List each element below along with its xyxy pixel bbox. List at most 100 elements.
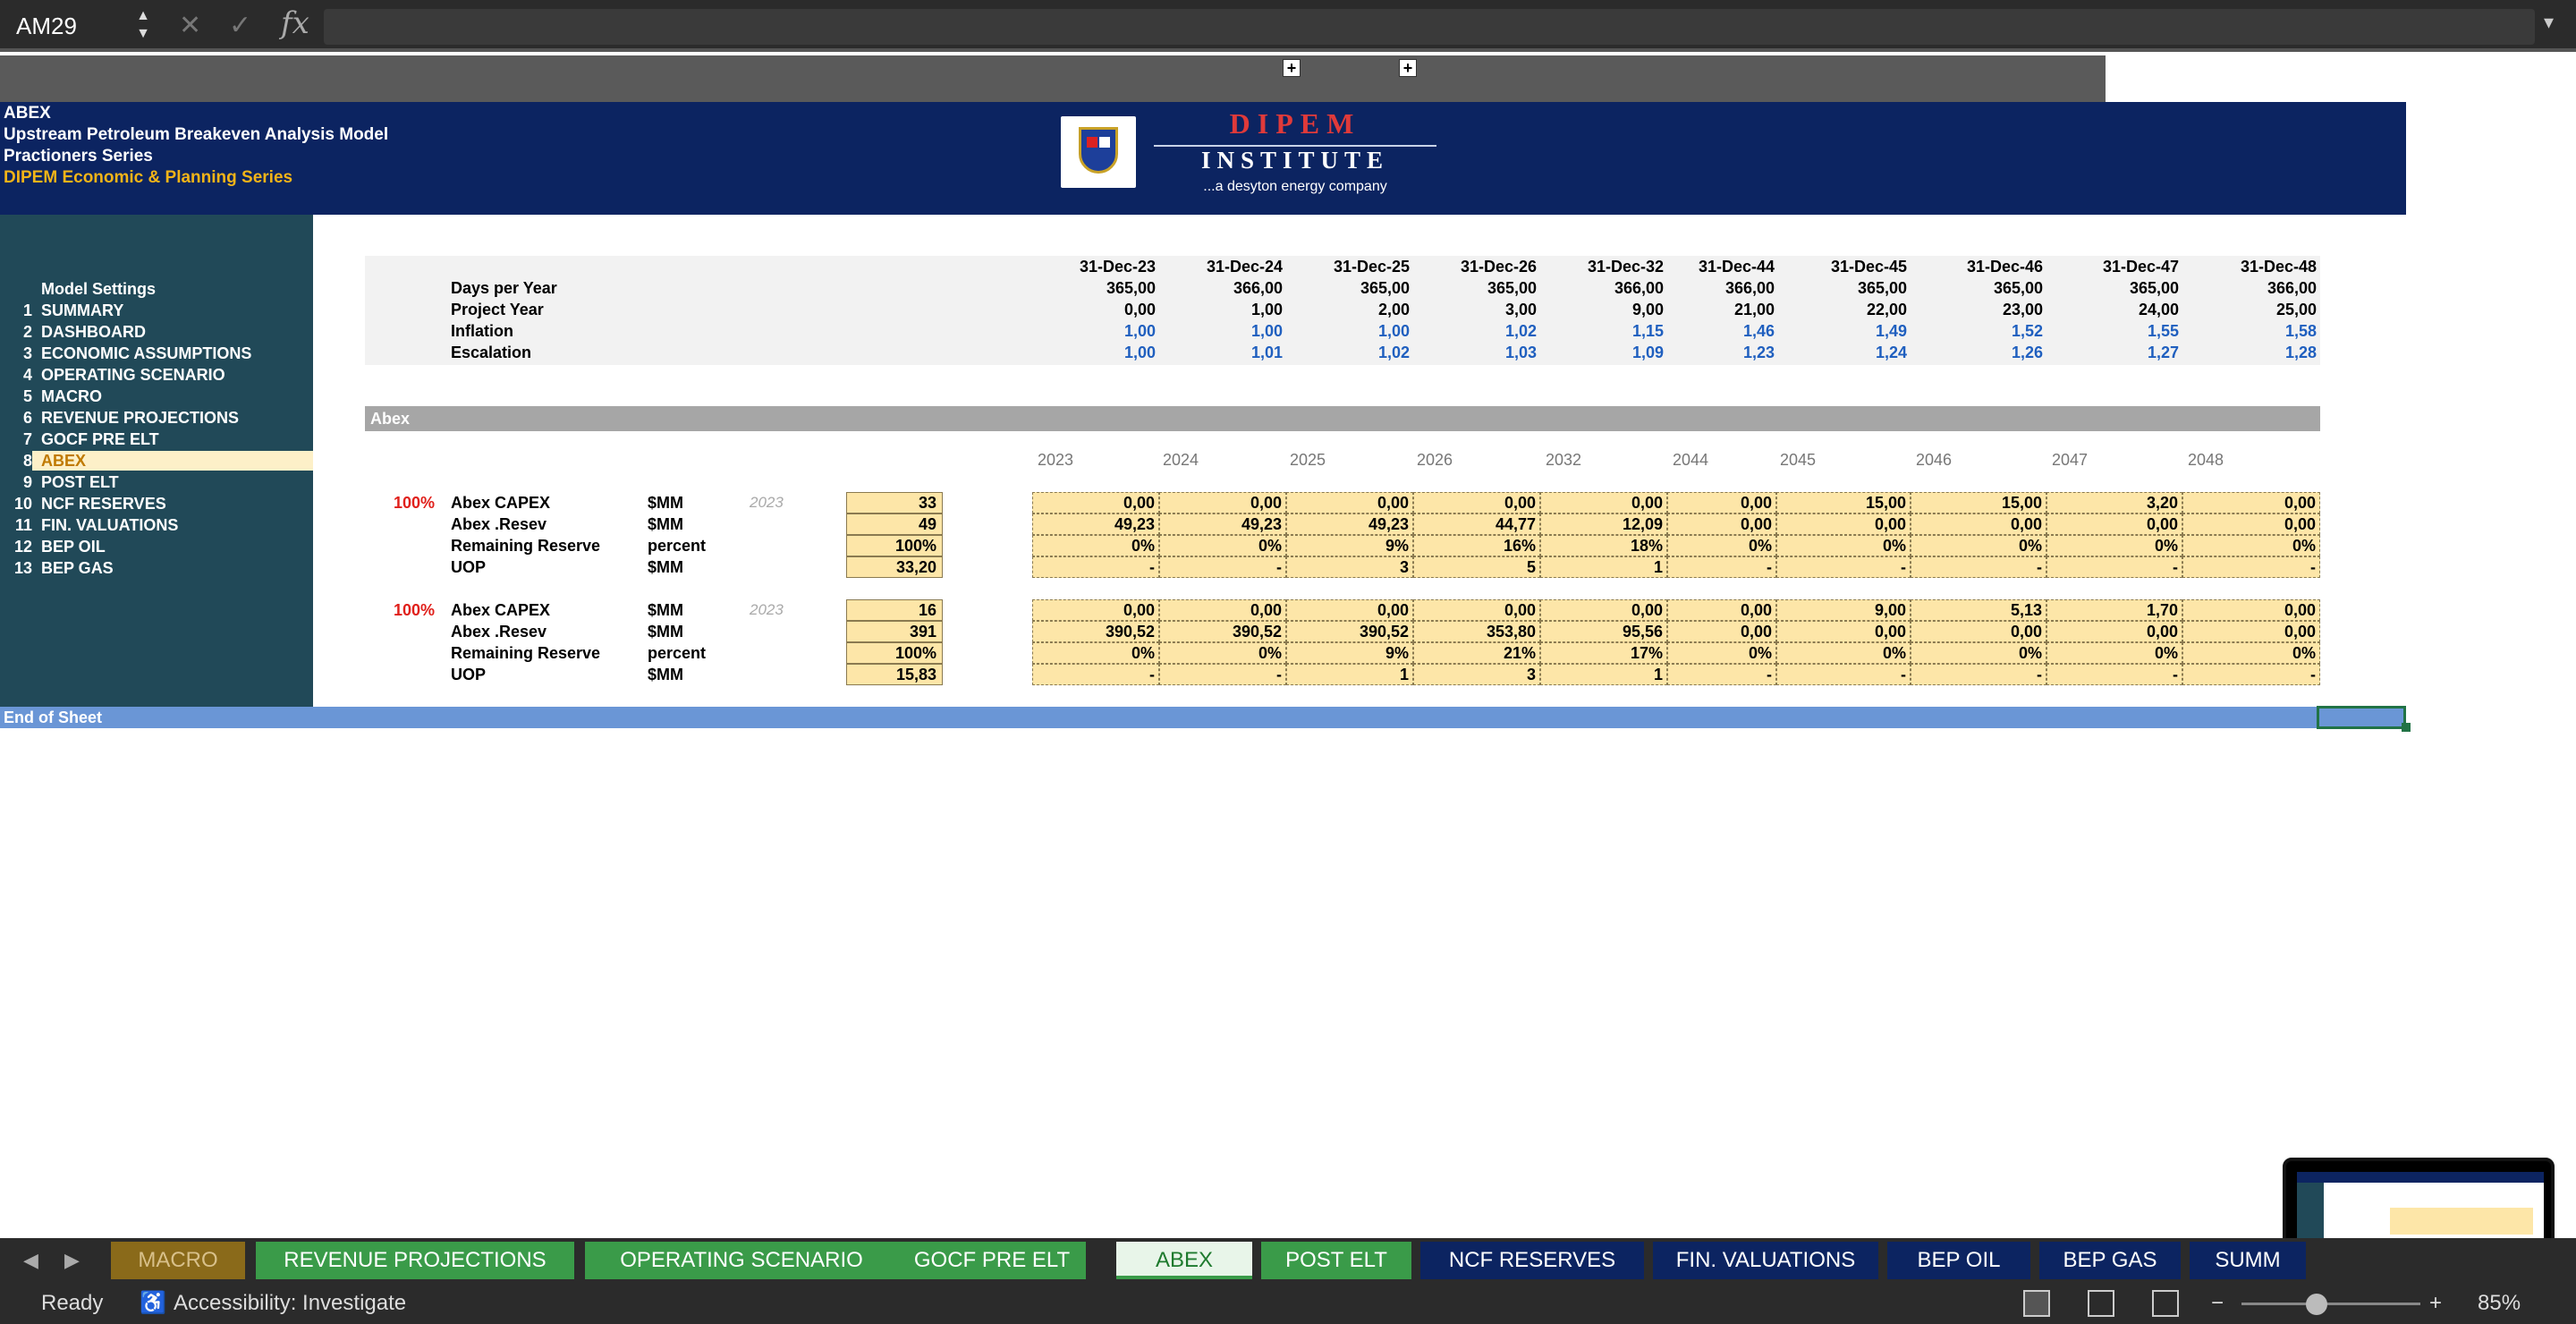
- confirm-icon[interactable]: ✓: [229, 7, 251, 45]
- unit-label[interactable]: $MM: [648, 666, 683, 684]
- abex-row-label[interactable]: Remaining Reserve: [451, 644, 600, 663]
- abex-value-cell[interactable]: -: [2046, 556, 2182, 578]
- abex-value-cell[interactable]: 0,00: [2182, 599, 2320, 621]
- abex-value-cell[interactable]: 0%: [1159, 535, 1286, 556]
- year-header[interactable]: 2044: [1673, 451, 1708, 470]
- timeline-cell[interactable]: 2,00: [1293, 301, 1410, 319]
- unit-label[interactable]: $MM: [648, 558, 683, 577]
- abex-value-cell[interactable]: 0%: [1776, 642, 1911, 664]
- timeline-cell[interactable]: 1,02: [1293, 344, 1410, 362]
- abex-value-cell[interactable]: 0%: [1911, 535, 2046, 556]
- sidebar-item-revenue-projections[interactable]: 6 REVENUE PROJECTIONS: [0, 408, 313, 428]
- tab-post-elt[interactable]: POST ELT: [1261, 1242, 1411, 1279]
- unit-label[interactable]: $MM: [648, 623, 683, 641]
- abex-row-label[interactable]: Abex .Resev: [451, 515, 547, 534]
- abex-value-cell[interactable]: -: [1032, 556, 1159, 578]
- timeline-cell[interactable]: 365,00: [1927, 279, 2043, 298]
- abex-value-cell[interactable]: 0,00: [1911, 513, 2046, 535]
- timeline-cell[interactable]: 1,46: [1658, 322, 1775, 341]
- abex-value-cell[interactable]: 3,20: [2046, 492, 2182, 513]
- abex-value-cell[interactable]: 15,00: [1776, 492, 1911, 513]
- sidebar-item-operating-scenario[interactable]: 4 OPERATING SCENARIO: [0, 365, 313, 385]
- expand-formula-icon[interactable]: ▾: [2544, 11, 2554, 34]
- abex-value-cell[interactable]: 9,00: [1776, 599, 1911, 621]
- accessibility-status[interactable]: Accessibility: Investigate: [174, 1283, 406, 1324]
- tab-fin-valuations[interactable]: FIN. VALUATIONS: [1653, 1242, 1878, 1279]
- abex-row-label[interactable]: UOP: [451, 666, 486, 684]
- input-cell[interactable]: 100%: [846, 642, 943, 664]
- prev-sheet-icon[interactable]: ◀: [23, 1238, 38, 1283]
- tab-operating-scenario[interactable]: OPERATING SCENARIO: [585, 1242, 898, 1279]
- fill-handle[interactable]: [2402, 723, 2411, 732]
- timeline-row-label[interactable]: Inflation: [451, 322, 513, 341]
- input-cell[interactable]: 391: [846, 621, 943, 642]
- timeline-cell[interactable]: 23,00: [1927, 301, 2043, 319]
- abex-value-cell[interactable]: -: [1667, 664, 1776, 685]
- abex-value-cell[interactable]: 18%: [1540, 535, 1667, 556]
- timeline-cell[interactable]: 1,03: [1420, 344, 1537, 362]
- year-header[interactable]: 2026: [1417, 451, 1453, 470]
- sidebar-item-abex[interactable]: 8 ABEX: [0, 451, 313, 471]
- timeline-cell[interactable]: 1,00: [1039, 322, 1156, 341]
- function-icon[interactable]: fx: [281, 5, 309, 41]
- abex-value-cell[interactable]: -: [1776, 556, 1911, 578]
- timeline-cell[interactable]: 365,00: [1420, 279, 1537, 298]
- timeline-date[interactable]: 31-Dec-46: [1927, 258, 2043, 276]
- input-cell[interactable]: 100%: [846, 535, 943, 556]
- zoom-in-icon[interactable]: +: [2429, 1283, 2442, 1324]
- timeline-row-label[interactable]: Days per Year: [451, 279, 557, 298]
- abex-value-cell[interactable]: 12,09: [1540, 513, 1667, 535]
- abex-value-cell[interactable]: 49,23: [1032, 513, 1159, 535]
- abex-value-cell[interactable]: -: [1159, 664, 1286, 685]
- abex-value-cell[interactable]: -: [2046, 664, 2182, 685]
- start-year[interactable]: 2023: [750, 494, 784, 512]
- timeline-cell[interactable]: 25,00: [2200, 301, 2317, 319]
- abex-value-cell[interactable]: 0%: [1032, 535, 1159, 556]
- timeline-cell[interactable]: 366,00: [1166, 279, 1283, 298]
- abex-value-cell[interactable]: 0,00: [1540, 599, 1667, 621]
- sidebar-item-bep-oil[interactable]: 12 BEP OIL: [0, 537, 313, 556]
- timeline-cell[interactable]: 365,00: [1293, 279, 1410, 298]
- timeline-cell[interactable]: 1,00: [1166, 301, 1283, 319]
- abex-value-cell[interactable]: 0%: [1776, 535, 1911, 556]
- timeline-date[interactable]: 31-Dec-48: [2200, 258, 2317, 276]
- abex-value-cell[interactable]: 15,00: [1911, 492, 2046, 513]
- input-cell[interactable]: 16: [846, 599, 943, 621]
- abex-value-cell[interactable]: -: [2182, 556, 2320, 578]
- timeline-cell[interactable]: 1,09: [1547, 344, 1664, 362]
- timeline-cell[interactable]: 365,00: [2063, 279, 2179, 298]
- allocation-percent[interactable]: 100%: [394, 494, 435, 513]
- abex-value-cell[interactable]: 0,00: [1667, 492, 1776, 513]
- abex-value-cell[interactable]: 390,52: [1286, 621, 1413, 642]
- abex-value-cell[interactable]: 0,00: [2046, 621, 2182, 642]
- abex-value-cell[interactable]: 0,00: [1032, 599, 1159, 621]
- abex-value-cell[interactable]: 0,00: [1667, 513, 1776, 535]
- timeline-date[interactable]: 31-Dec-47: [2063, 258, 2179, 276]
- normal-view-icon[interactable]: [2023, 1290, 2050, 1317]
- cancel-icon[interactable]: ✕: [179, 7, 201, 45]
- abex-value-cell[interactable]: 17%: [1540, 642, 1667, 664]
- formula-input[interactable]: [324, 9, 2535, 45]
- input-cell[interactable]: 33: [846, 492, 943, 513]
- timeline-row-label[interactable]: Escalation: [451, 344, 531, 362]
- abex-value-cell[interactable]: 0%: [2046, 535, 2182, 556]
- abex-value-cell[interactable]: -: [2182, 664, 2320, 685]
- abex-value-cell[interactable]: 0,00: [1911, 621, 2046, 642]
- timeline-cell[interactable]: 1,23: [1658, 344, 1775, 362]
- abex-value-cell[interactable]: 0,00: [1667, 621, 1776, 642]
- unit-label[interactable]: $MM: [648, 494, 683, 513]
- timeline-cell[interactable]: 1,58: [2200, 322, 2317, 341]
- input-cell[interactable]: 33,20: [846, 556, 943, 578]
- abex-row-label[interactable]: Remaining Reserve: [451, 537, 600, 556]
- abex-value-cell[interactable]: 353,80: [1413, 621, 1540, 642]
- abex-value-cell[interactable]: 1: [1540, 556, 1667, 578]
- abex-value-cell[interactable]: 3: [1413, 664, 1540, 685]
- abex-row-label[interactable]: Abex CAPEX: [451, 494, 550, 513]
- abex-value-cell[interactable]: 0%: [2182, 535, 2320, 556]
- abex-value-cell[interactable]: 1: [1286, 664, 1413, 685]
- next-sheet-icon[interactable]: ▶: [64, 1238, 80, 1283]
- selected-cell[interactable]: [2317, 706, 2406, 729]
- year-header[interactable]: 2045: [1780, 451, 1816, 470]
- unit-label[interactable]: percent: [648, 537, 706, 556]
- abex-value-cell[interactable]: 390,52: [1032, 621, 1159, 642]
